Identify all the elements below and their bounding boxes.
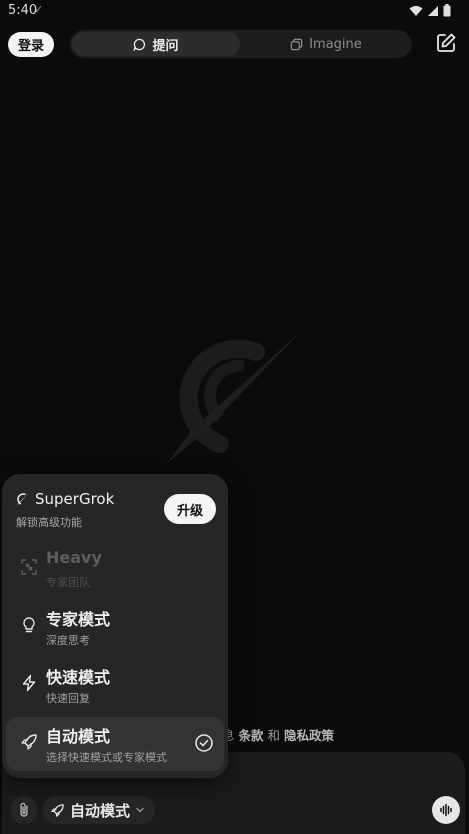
status-time: 5:40: [8, 3, 38, 18]
status-bar: 5:40 ✓: [0, 0, 469, 22]
image-stack-icon: [290, 38, 303, 50]
wifi-icon: [409, 5, 423, 16]
menu-item-subtitle: 快速回复: [46, 692, 90, 705]
menu-item-title: 快速模式: [46, 668, 111, 687]
waveform-icon: [440, 803, 452, 817]
terms-link[interactable]: 条款: [239, 728, 264, 743]
attach-button[interactable]: [10, 796, 38, 824]
menu-item-title: Heavy: [46, 548, 102, 567]
menu-item-auto[interactable]: 自动模式 选择快速模式或专家模式: [6, 717, 224, 771]
terms-and: 和: [267, 728, 281, 743]
supergrok-subtitle: 解锁高级功能: [16, 516, 82, 529]
tab-imagine[interactable]: Imagine: [242, 32, 410, 56]
bolt-icon: [22, 674, 36, 692]
tab-ask[interactable]: 提问: [72, 32, 240, 56]
menu-item-subtitle: 专家团队: [46, 576, 90, 589]
battery-icon: [443, 4, 451, 17]
chevron-down-icon: [136, 807, 144, 813]
menu-item-heavy: Heavy 专家团队: [6, 542, 224, 596]
mode-menu: SuperGrok 解锁高级功能 升级 Heavy 专家团队 专家模式 深度思考: [2, 474, 228, 778]
signal-icon: [428, 5, 438, 16]
new-chat-icon[interactable]: [435, 32, 457, 54]
tab-ask-label: 提问: [152, 38, 179, 54]
voice-button[interactable]: [432, 796, 460, 824]
chat-bubble-icon: [133, 38, 146, 51]
upgrade-button[interactable]: 升级: [164, 494, 216, 524]
status-icons: [409, 4, 451, 17]
menu-item-subtitle: 选择快速模式或专家模式: [46, 751, 167, 764]
privacy-link[interactable]: 隐私政策: [284, 728, 334, 743]
check-circle-icon: [195, 734, 213, 752]
tab-imagine-label: Imagine: [309, 36, 362, 52]
menu-item-subtitle: 深度思考: [46, 634, 90, 647]
app-screen: 5:40 ✓ 登录 提问 Imagine 息 条款 和 隐私政策 自动模式 Su…: [0, 0, 469, 834]
grid-icon: [21, 559, 37, 575]
grok-logo-small-icon: [17, 493, 29, 506]
mode-selector-label: 自动模式: [70, 801, 131, 820]
menu-item-expert[interactable]: 专家模式 深度思考: [6, 600, 224, 654]
menu-item-fast[interactable]: 快速模式 快速回复: [6, 658, 224, 712]
menu-item-title: 自动模式: [46, 727, 111, 746]
mode-selector[interactable]: 自动模式: [42, 796, 156, 824]
supergrok-title: SuperGrok: [35, 490, 115, 508]
login-button[interactable]: 登录: [8, 32, 54, 57]
menu-item-title: 专家模式: [46, 610, 111, 629]
check-icon: ✓: [34, 3, 44, 16]
mode-tabs: 提问 Imagine: [70, 30, 412, 58]
terms-text: 息 条款 和 隐私政策: [222, 725, 334, 744]
rocket-icon: [21, 734, 37, 750]
lightbulb-icon: [23, 617, 35, 633]
paperclip-icon: [20, 802, 28, 817]
rocket-icon: [51, 803, 64, 817]
grok-logo-icon: [166, 330, 302, 464]
supergrok-promo: SuperGrok 解锁高级功能: [16, 490, 114, 530]
